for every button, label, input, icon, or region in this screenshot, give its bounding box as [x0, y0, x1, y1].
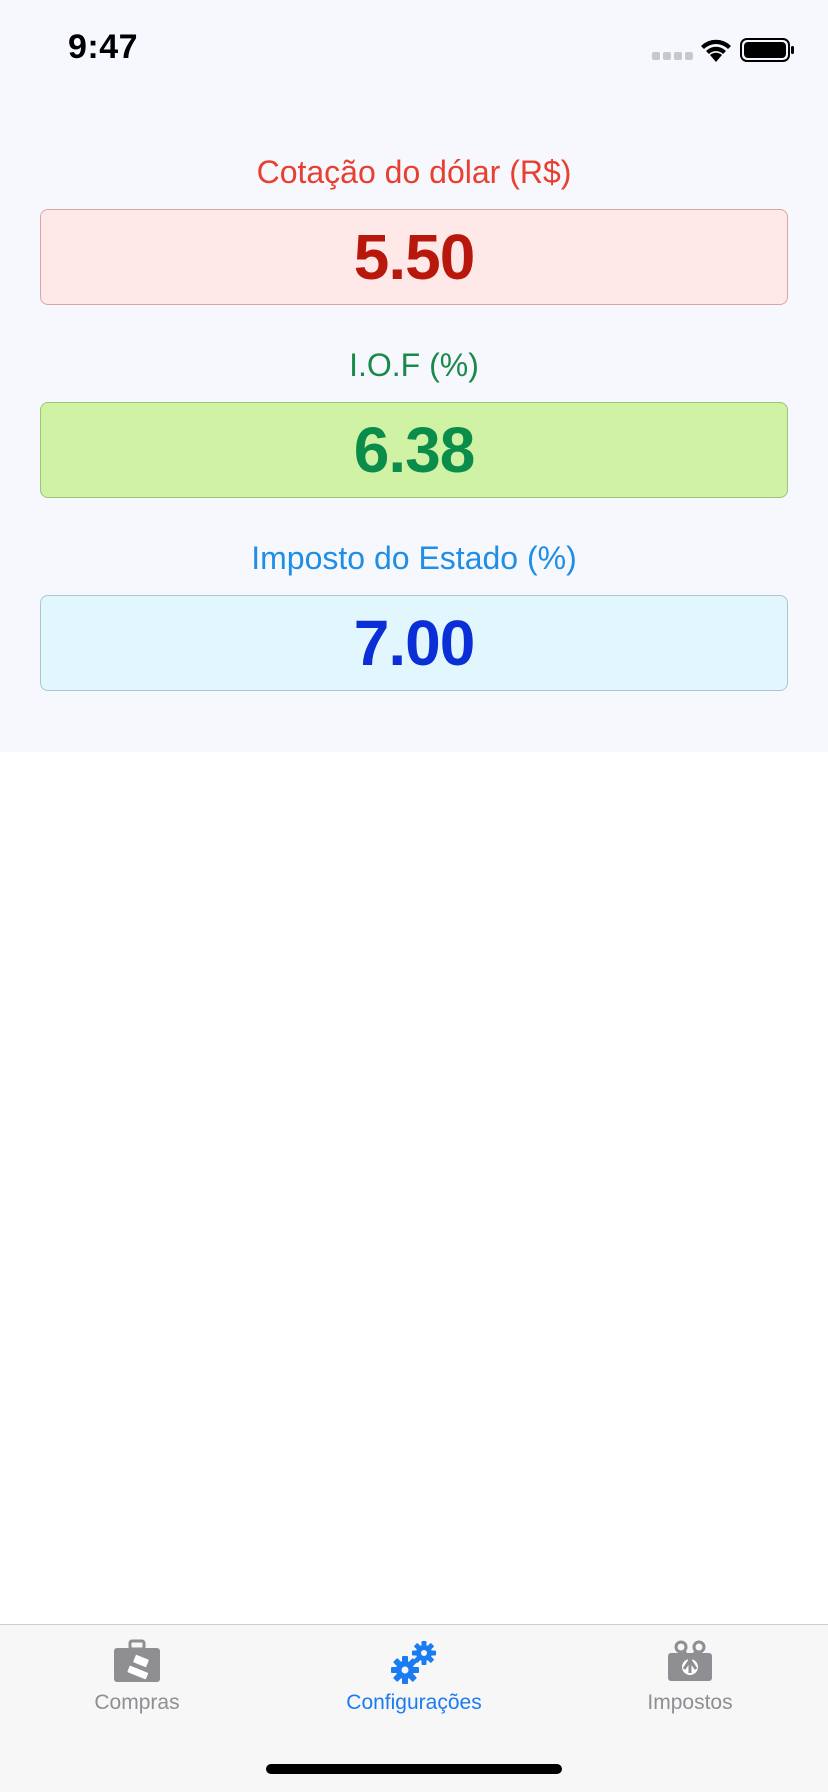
tab-impostos[interactable]: Impostos: [570, 1639, 810, 1729]
money-cut-icon: [668, 1640, 712, 1681]
tab-impostos-label: Impostos: [647, 1691, 733, 1714]
status-bar: 9:47: [0, 0, 828, 100]
gears-icon: [391, 1641, 436, 1684]
wifi-icon: [701, 39, 731, 62]
dollar-rate-field[interactable]: 5.50: [40, 209, 788, 305]
tab-compras[interactable]: Compras: [17, 1639, 257, 1729]
tab-configuracoes[interactable]: Configurações: [294, 1639, 534, 1729]
iof-label: I.O.F (%): [349, 347, 479, 383]
dollar-rate-label: Cotação do dólar (R$): [256, 154, 572, 190]
tab-configuracoes-label: Configurações: [346, 1691, 482, 1714]
status-time: 9:47: [68, 28, 139, 66]
battery-icon: [740, 38, 794, 62]
tab-compras-label: Compras: [94, 1691, 180, 1714]
briefcase-icon: [114, 1639, 160, 1682]
settings-panel: Cotação do dólar (R$) 5.50 I.O.F (%) 6.3…: [0, 0, 828, 752]
cellular-signal-icon: [652, 52, 693, 60]
iof-field[interactable]: 6.38: [40, 402, 788, 498]
home-indicator: [266, 1764, 562, 1774]
state-tax-label: Imposto do Estado (%): [251, 540, 577, 576]
screen: Cotação do dólar (R$) 5.50 I.O.F (%) 6.3…: [0, 0, 828, 1792]
state-tax-field[interactable]: 7.00: [40, 595, 788, 691]
